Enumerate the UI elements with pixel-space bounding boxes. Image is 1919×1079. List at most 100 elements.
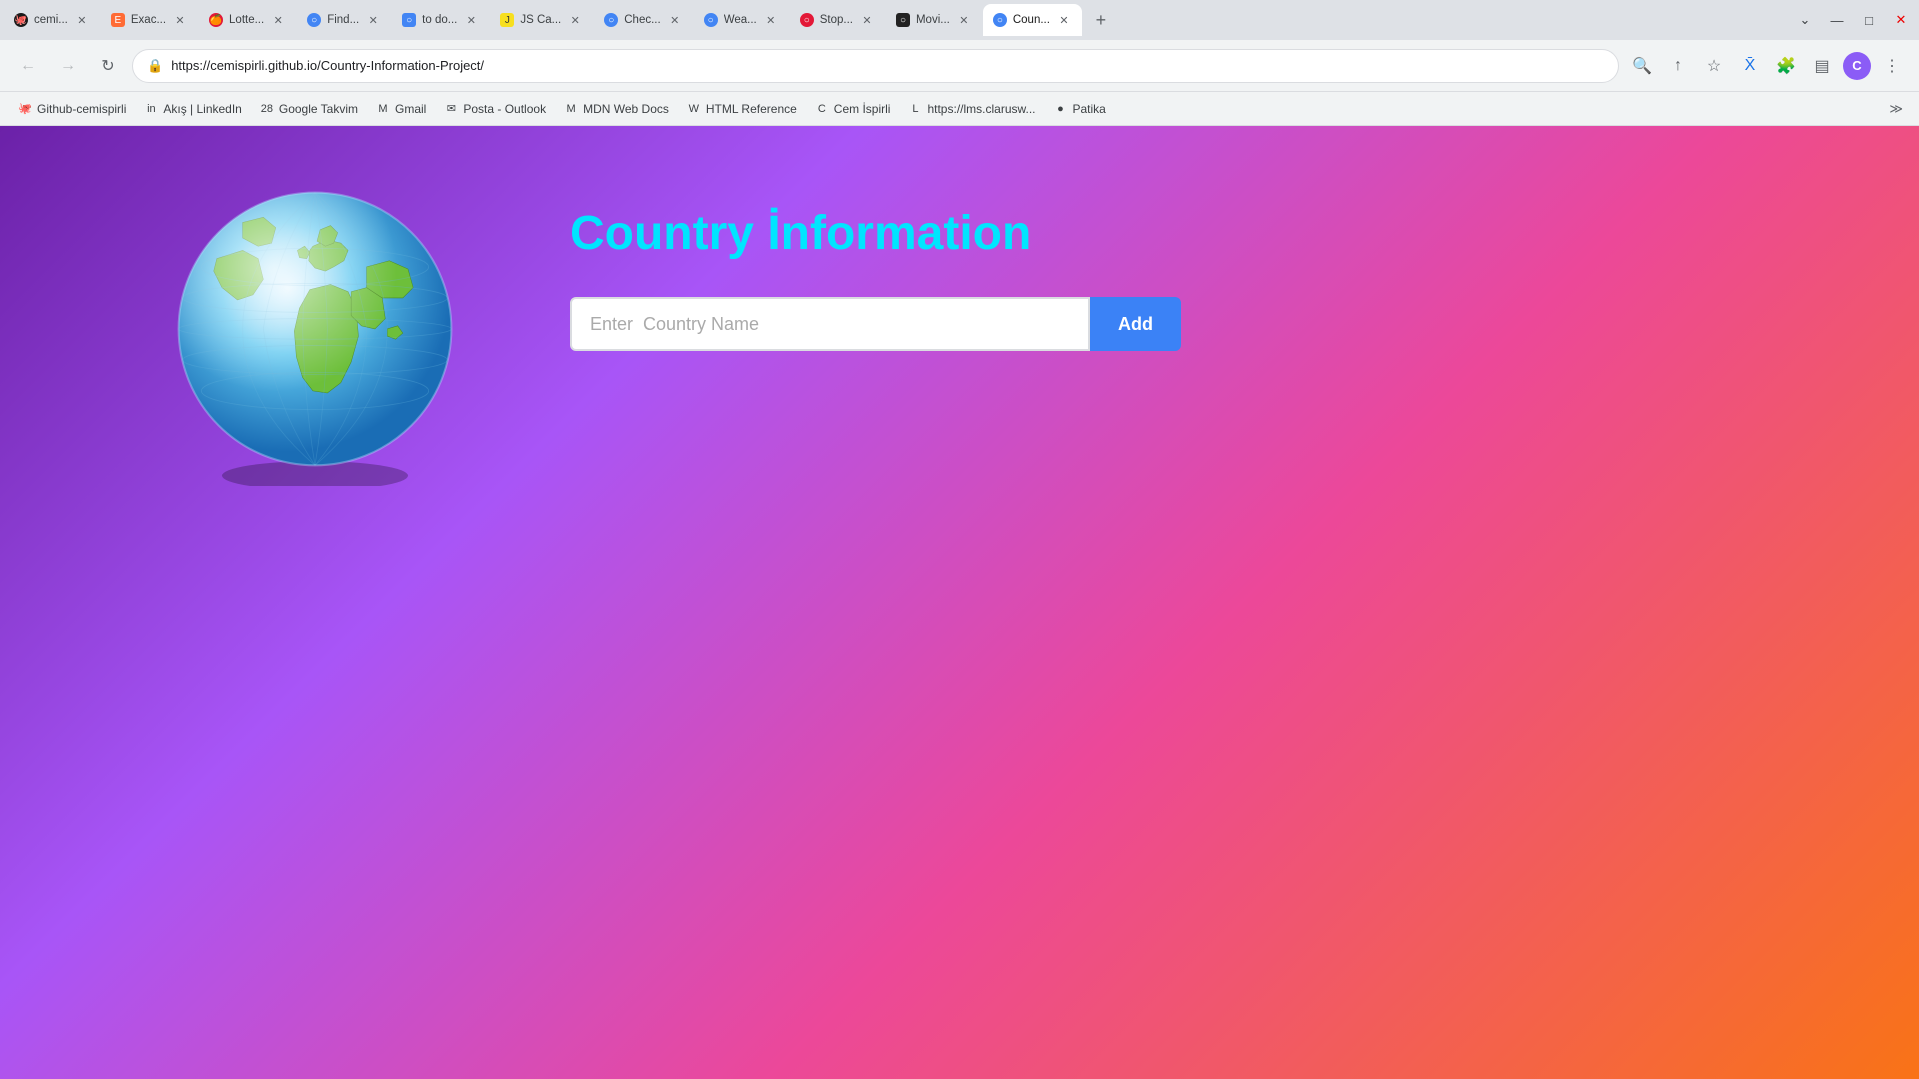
tab-favicon: ○ (704, 13, 718, 27)
tab-movie[interactable]: ○ Movi... ✕ (886, 4, 982, 36)
tab-favicon: 🐙 (14, 13, 28, 27)
tab-label: cemi... (34, 14, 68, 26)
tab-label: Coun... (1013, 14, 1050, 26)
bookmark-label: Github-cemispirli (37, 102, 126, 116)
tab-label: JS Ca... (520, 14, 561, 26)
tab-label: Stop... (820, 14, 853, 26)
tab-check[interactable]: ○ Chec... ✕ (594, 4, 692, 36)
forward-button[interactable]: → (52, 50, 84, 82)
tab-label: Exac... (131, 14, 166, 26)
tab-label: Find... (327, 14, 359, 26)
new-tab-button[interactable]: + (1087, 6, 1115, 34)
app-section: Country İnformation Add (570, 206, 1181, 351)
bookmark-label: Akış | LinkedIn (163, 102, 242, 116)
tab-close-icon[interactable]: ✕ (172, 12, 188, 28)
bookmark-item[interactable]: L https://lms.clarusw... (900, 98, 1043, 120)
back-button[interactable]: ← (12, 50, 44, 82)
maximize-button[interactable]: □ (1855, 6, 1883, 34)
minimize-button[interactable]: — (1823, 6, 1851, 34)
bookmark-item[interactable]: W HTML Reference (679, 98, 805, 120)
tab-exact[interactable]: E Exac... ✕ (101, 4, 198, 36)
country-name-input[interactable] (570, 297, 1090, 351)
bookmark-item[interactable]: 28 Google Takvim (252, 98, 366, 120)
tab-todo[interactable]: ○ to do... ✕ (392, 4, 489, 36)
tab-find[interactable]: ○ Find... ✕ (297, 4, 391, 36)
puzzle-icon[interactable]: 🧩 (1771, 51, 1801, 81)
tab-label: Wea... (724, 14, 757, 26)
add-button[interactable]: Add (1090, 297, 1181, 351)
search-row: Add (570, 297, 1181, 351)
profile-button[interactable]: C (1843, 52, 1871, 80)
tab-close-icon[interactable]: ✕ (667, 12, 683, 28)
search-icon[interactable]: 🔍 (1627, 51, 1657, 81)
bookmark-label: https://lms.clarusw... (927, 102, 1035, 116)
bookmark-favicon: 🐙 (18, 102, 32, 116)
tab-stop[interactable]: ○ Stop... ✕ (790, 4, 885, 36)
share-icon[interactable]: ↑ (1663, 51, 1693, 81)
bookmark-favicon: M (376, 102, 390, 116)
tab-label: Lotte... (229, 14, 264, 26)
tab-favicon: ○ (402, 13, 416, 27)
bookmark-favicon: C (815, 102, 829, 116)
tab-close-icon[interactable]: ✕ (956, 12, 972, 28)
tab-close-icon[interactable]: ✕ (1056, 12, 1072, 28)
bookmark-item[interactable]: M Gmail (368, 98, 434, 120)
tab-weather[interactable]: ○ Wea... ✕ (694, 4, 789, 36)
tab-favicon: ○ (993, 13, 1007, 27)
tab-country[interactable]: ○ Coun... ✕ (983, 4, 1082, 36)
bookmark-favicon: M (564, 102, 578, 116)
tab-close-icon[interactable]: ✕ (270, 12, 286, 28)
bookmark-favicon: 28 (260, 102, 274, 116)
bookmark-icon[interactable]: ☆ (1699, 51, 1729, 81)
bookmark-item[interactable]: ● Patika (1046, 98, 1114, 120)
tab-close-icon[interactable]: ✕ (365, 12, 381, 28)
bookmark-item[interactable]: 🐙 Github-cemispirli (10, 98, 134, 120)
browser-frame: 🐙 cemi... ✕ E Exac... ✕ 🍊 Lotte... ✕ ○ F… (0, 0, 1919, 1079)
bookmark-favicon: ✉ (444, 102, 458, 116)
tab-favicon: 🍊 (209, 13, 223, 27)
close-button[interactable]: ✕ (1887, 6, 1915, 34)
page-content: Country İnformation Add (0, 126, 1919, 1079)
tab-close-icon[interactable]: ✕ (859, 12, 875, 28)
bookmark-favicon: W (687, 102, 701, 116)
menu-button[interactable]: ⋮ (1877, 51, 1907, 81)
tab-label: Movi... (916, 14, 950, 26)
bookmarks-more-button[interactable]: ≫ (1883, 97, 1909, 121)
tab-favicon: ○ (896, 13, 910, 27)
tab-close-icon[interactable]: ✕ (763, 12, 779, 28)
bookmark-label: MDN Web Docs (583, 102, 669, 116)
tab-favicon: J (500, 13, 514, 27)
tab-close-icon[interactable]: ✕ (74, 12, 90, 28)
tab-favicon: ○ (604, 13, 618, 27)
bookmark-label: Gmail (395, 102, 426, 116)
tab-cemi[interactable]: 🐙 cemi... ✕ (4, 4, 100, 36)
bookmark-label: Google Takvim (279, 102, 358, 116)
address-bar-actions: 🔍 ↑ ☆ X̄ 🧩 ▤ C ⋮ (1627, 51, 1907, 81)
translate-icon[interactable]: X̄ (1735, 51, 1765, 81)
lock-icon: 🔒 (147, 58, 163, 74)
tab-favicon: ○ (307, 13, 321, 27)
url-bar[interactable]: 🔒 https://cemispirli.github.io/Country-I… (132, 49, 1619, 83)
url-text: https://cemispirli.github.io/Country-Inf… (171, 58, 1604, 73)
bookmark-item[interactable]: in Akış | LinkedIn (136, 98, 250, 120)
tab-bar: 🐙 cemi... ✕ E Exac... ✕ 🍊 Lotte... ✕ ○ F… (0, 0, 1919, 40)
bookmark-label: Cem İspirli (834, 102, 891, 116)
tab-lotte[interactable]: 🍊 Lotte... ✕ (199, 4, 296, 36)
bookmark-item[interactable]: ✉ Posta - Outlook (436, 98, 554, 120)
tab-favicon: E (111, 13, 125, 27)
tab-close-icon[interactable]: ✕ (567, 12, 583, 28)
bookmark-item[interactable]: C Cem İspirli (807, 98, 899, 120)
bookmark-label: Patika (1073, 102, 1106, 116)
address-bar: ← → ↻ 🔒 https://cemispirli.github.io/Cou… (0, 40, 1919, 92)
sidebar-icon[interactable]: ▤ (1807, 51, 1837, 81)
bookmark-item[interactable]: M MDN Web Docs (556, 98, 677, 120)
tab-js[interactable]: J JS Ca... ✕ (490, 4, 593, 36)
reload-button[interactable]: ↻ (92, 50, 124, 82)
tab-overflow-button[interactable]: ⌄ (1791, 6, 1819, 34)
tab-close-icon[interactable]: ✕ (463, 12, 479, 28)
globe-image (160, 176, 470, 486)
bookmark-favicon: in (144, 102, 158, 116)
bookmark-label: Posta - Outlook (463, 102, 546, 116)
bookmark-favicon: ● (1054, 102, 1068, 116)
bookmarks-bar: 🐙 Github-cemispirli in Akış | LinkedIn 2… (0, 92, 1919, 126)
